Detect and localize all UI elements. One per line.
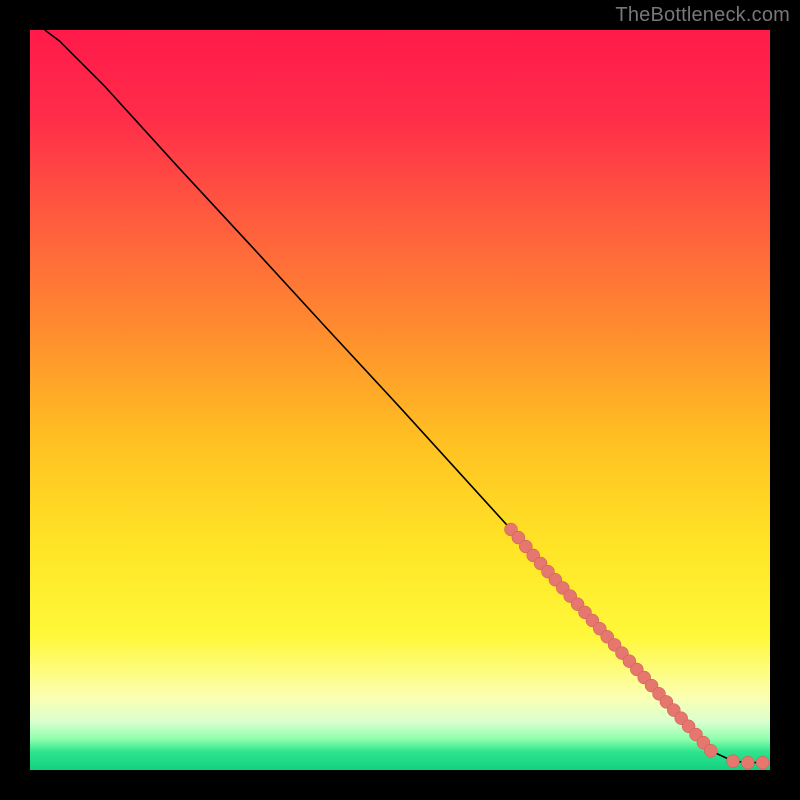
data-marker bbox=[704, 744, 717, 757]
plot-background bbox=[30, 30, 770, 770]
data-marker bbox=[741, 756, 754, 769]
bottleneck-chart bbox=[0, 0, 800, 800]
data-marker bbox=[727, 755, 740, 768]
data-marker bbox=[756, 756, 769, 769]
chart-container: TheBottleneck.com bbox=[0, 0, 800, 800]
